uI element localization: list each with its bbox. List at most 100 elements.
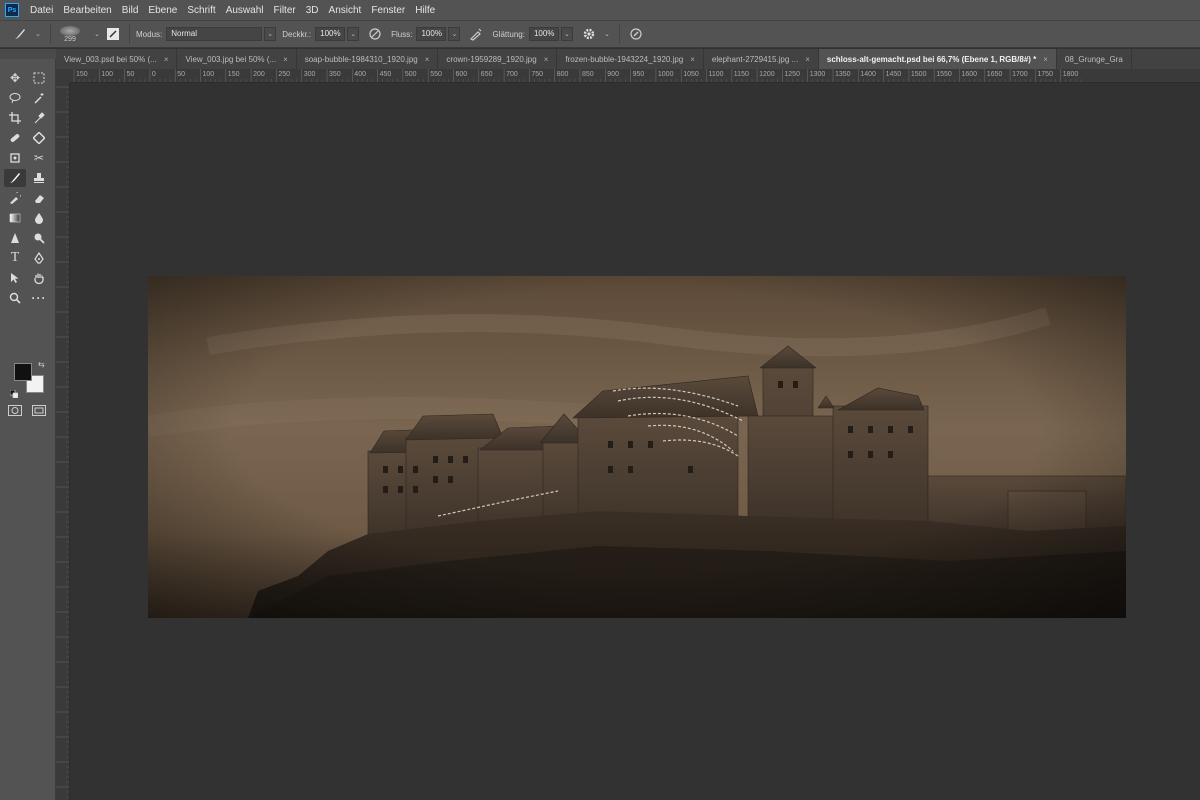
document-canvas[interactable] xyxy=(148,276,1126,618)
patch-select-icon[interactable] xyxy=(4,149,26,167)
more-icon[interactable]: ··· xyxy=(28,289,50,307)
tools-panel: ✥ ✂ T ··· ⇆ xyxy=(0,49,56,800)
vertical-ruler[interactable] xyxy=(56,83,70,800)
ruler-tick-label: 750 xyxy=(531,71,544,78)
close-tab-icon[interactable]: × xyxy=(425,55,430,64)
brush-size-value: 299 xyxy=(64,35,76,43)
ruler-tick-label: 1450 xyxy=(885,71,902,78)
gradient-icon[interactable] xyxy=(4,209,26,227)
zoom-icon[interactable] xyxy=(4,289,26,307)
eraser-icon[interactable] xyxy=(28,189,50,207)
pen-icon[interactable] xyxy=(28,249,50,267)
document-tab[interactable]: 08_Grunge_Gra xyxy=(1056,49,1132,69)
menu-auswahl[interactable]: Auswahl xyxy=(221,5,269,16)
ruler-tick-label: 50 xyxy=(177,71,185,78)
ruler-tick-label: 1400 xyxy=(860,71,876,78)
brush-preset-icon[interactable] xyxy=(10,24,30,44)
eyedropper-icon[interactable] xyxy=(28,109,50,127)
path-select-icon[interactable] xyxy=(4,269,26,287)
ruler-origin[interactable] xyxy=(56,69,70,83)
brush-tip-preview xyxy=(60,25,80,36)
flow-dropdown-arrow[interactable]: ⌄ xyxy=(448,27,461,41)
quick-mask-icon[interactable] xyxy=(8,403,22,416)
menu-3d[interactable]: 3D xyxy=(301,5,324,16)
crop-icon[interactable] xyxy=(4,109,26,127)
document-tabs: View_003.psd bei 50% (... × View_003.jpg b… xyxy=(56,49,1200,69)
hand-icon[interactable] xyxy=(28,269,50,287)
castle-photo[interactable] xyxy=(148,276,1126,618)
brush-size-dropdown[interactable]: ⌄ xyxy=(91,27,103,41)
toolbar-grip[interactable] xyxy=(0,49,56,59)
close-tab-icon[interactable]: × xyxy=(1043,55,1048,64)
move-icon[interactable]: ✥ xyxy=(4,69,26,87)
document-tab[interactable]: soap-bubble-1984310_1920.jpg × xyxy=(296,49,439,69)
type-icon[interactable]: T xyxy=(4,249,26,267)
gear-icon[interactable] xyxy=(579,24,599,44)
airbrush-icon[interactable] xyxy=(466,24,486,44)
ruler-tick-label: 1300 xyxy=(809,71,826,78)
tab-label: View_003.psd bei 50% (... xyxy=(64,54,157,64)
menu-bearbeiten[interactable]: Bearbeiten xyxy=(58,5,116,16)
horizontal-ruler[interactable]: 150 100 50 0 50 100 150 200 250 300 350 400 450 500 55… xyxy=(70,69,1200,83)
blur-icon[interactable] xyxy=(28,209,50,227)
pressure-opacity-icon[interactable] xyxy=(365,24,385,44)
history-brush-icon[interactable] xyxy=(4,189,26,207)
canvas-area[interactable] xyxy=(70,83,1200,800)
menu-filter[interactable]: Filter xyxy=(269,5,301,16)
ruler-tick-label: 1800 xyxy=(1062,71,1079,78)
close-tab-icon[interactable]: × xyxy=(283,55,288,64)
opacity-dropdown-arrow[interactable]: ⌄ xyxy=(347,27,360,41)
close-tab-icon[interactable]: × xyxy=(164,55,169,64)
ruler-tick-label: 100 xyxy=(101,71,113,78)
patch-icon[interactable] xyxy=(28,129,50,147)
opacity-input[interactable]: 100% xyxy=(315,27,346,41)
mode-dropdown-arrow[interactable]: ⌄ xyxy=(264,27,277,41)
smoothing-label: Glättung: xyxy=(492,29,525,39)
document-tab[interactable]: elephant-2729415.jpg ... × xyxy=(703,49,819,69)
lasso-icon[interactable] xyxy=(4,89,26,107)
healing-brush-icon[interactable] xyxy=(4,129,26,147)
flow-input[interactable]: 100% xyxy=(416,27,447,41)
close-tab-icon[interactable]: × xyxy=(805,55,810,64)
menu-hilfe[interactable]: Hilfe xyxy=(410,5,440,16)
flow-control: Fluss: 100% ⌄ xyxy=(391,27,461,41)
smoothing-dropdown-arrow[interactable]: ⌄ xyxy=(560,27,573,41)
mode-select[interactable]: Normal xyxy=(166,27,263,41)
photoshop-logo: Ps xyxy=(5,3,19,17)
menu-fenster[interactable]: Fenster xyxy=(366,5,410,16)
document-tab[interactable]: frozen-bubble-1943224_1920.jpg × xyxy=(557,49,704,69)
smoothing-input[interactable]: 100% xyxy=(528,27,559,41)
menu-ansicht[interactable]: Ansicht xyxy=(324,5,367,16)
ruler-tick-label: 150 xyxy=(76,71,88,78)
document-tab[interactable]: View_003.jpg bei 50% (... × xyxy=(177,49,297,69)
document-tab[interactable]: schloss-alt-gemacht.psd bei 66,7% (Ebene… xyxy=(818,49,1057,69)
magic-wand-icon[interactable] xyxy=(28,89,50,107)
screen-mode-icon[interactable] xyxy=(32,403,46,416)
menu-datei[interactable]: Datei xyxy=(25,5,58,16)
default-colors-icon[interactable] xyxy=(9,385,19,399)
document-tab[interactable]: View_003.psd bei 50% (... × xyxy=(56,49,178,69)
menu-ebene[interactable]: Ebene xyxy=(143,5,182,16)
clone-stamp-icon[interactable] xyxy=(28,169,50,187)
brush-size-picker[interactable]: 299 xyxy=(57,25,83,43)
ruler-tick-label: 800 xyxy=(556,71,569,78)
dodge-icon[interactable] xyxy=(28,229,50,247)
gear-dropdown[interactable]: ⌄ xyxy=(601,27,613,41)
ruler-tick-label: 1650 xyxy=(986,71,1003,78)
sharpen-icon[interactable] xyxy=(4,229,26,247)
scissors-icon[interactable]: ✂ xyxy=(28,149,50,167)
options-bar: ⌄ 299 ⌄ Modus: Normal ⌄ Deckkr.: 100% ⌄ … xyxy=(0,20,1200,48)
foreground-color-swatch[interactable] xyxy=(14,363,32,381)
menu-schrift[interactable]: Schrift xyxy=(182,5,220,16)
document-tab[interactable]: crown-1959289_1920.jpg × xyxy=(438,49,558,69)
rect-marquee-icon[interactable] xyxy=(28,69,50,87)
brush-icon[interactable] xyxy=(4,169,26,187)
brush-preset-dropdown[interactable]: ⌄ xyxy=(32,27,44,41)
swap-colors-icon[interactable]: ⇆ xyxy=(38,360,45,369)
close-tab-icon[interactable]: × xyxy=(690,55,695,64)
pressure-size-icon[interactable] xyxy=(626,24,646,44)
brush-settings-panel-icon[interactable] xyxy=(103,24,123,44)
ruler-tick-label: 1550 xyxy=(936,71,952,78)
close-tab-icon[interactable]: × xyxy=(544,55,549,64)
menu-bild[interactable]: Bild xyxy=(117,5,144,16)
